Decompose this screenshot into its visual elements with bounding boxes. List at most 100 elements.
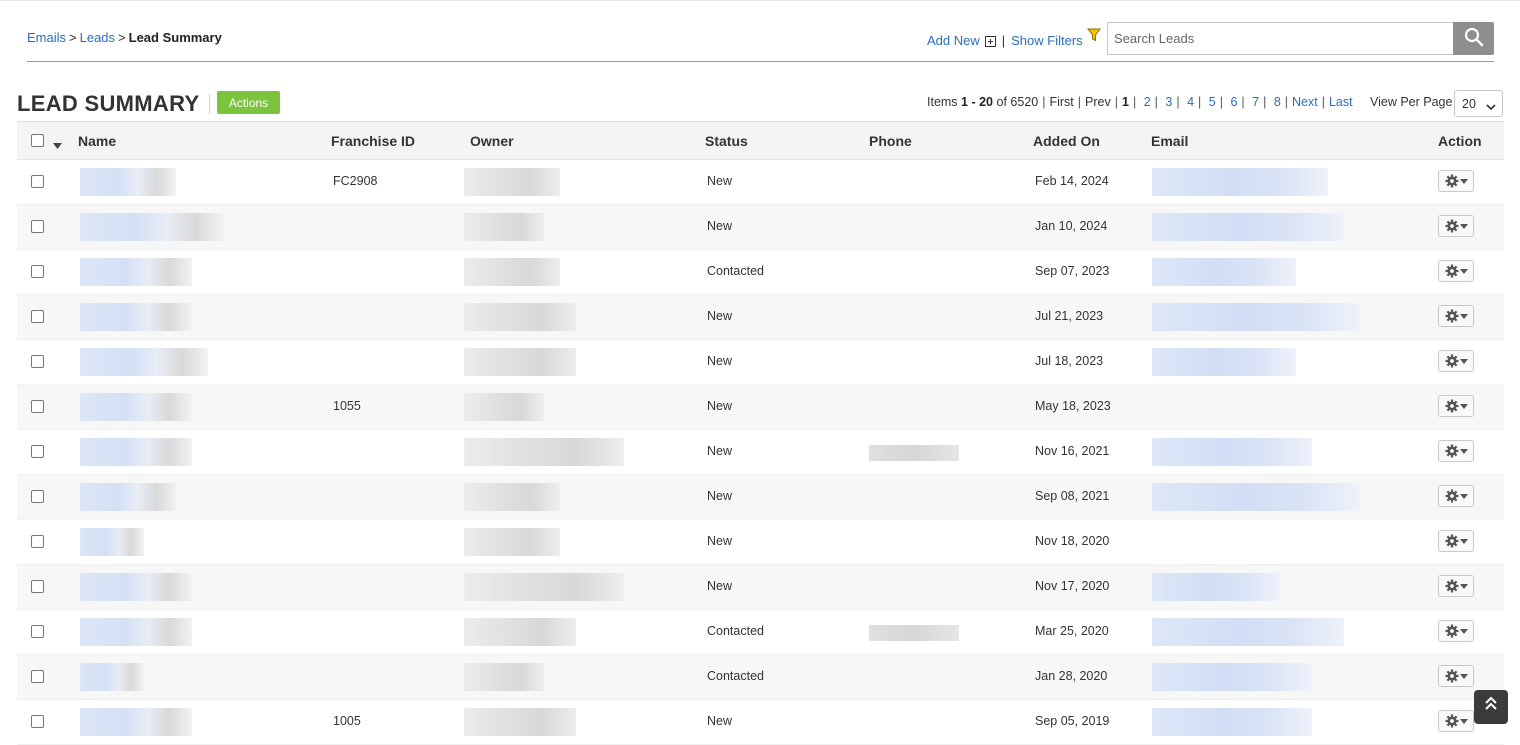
- row-checkbox[interactable]: [31, 535, 44, 548]
- column-header-phone[interactable]: Phone: [869, 133, 912, 149]
- lead-name-redacted[interactable]: [80, 618, 192, 646]
- row-checkbox[interactable]: [31, 400, 44, 413]
- lead-name-redacted[interactable]: [80, 303, 192, 331]
- row-action-button[interactable]: [1438, 395, 1474, 417]
- column-header-added-on[interactable]: Added On: [1033, 133, 1100, 149]
- row-checkbox[interactable]: [31, 715, 44, 728]
- row-action-button[interactable]: [1438, 305, 1474, 327]
- email-redacted[interactable]: [1152, 573, 1280, 601]
- email-redacted[interactable]: [1152, 258, 1296, 286]
- column-header-status[interactable]: Status: [705, 133, 748, 149]
- lead-name-redacted[interactable]: [80, 483, 176, 511]
- pager-page-link[interactable]: 4: [1187, 95, 1194, 109]
- email-redacted[interactable]: [1152, 438, 1312, 466]
- lead-name-redacted[interactable]: [80, 663, 144, 691]
- row-action-button[interactable]: [1438, 170, 1474, 192]
- row-action-button[interactable]: [1438, 620, 1474, 642]
- table-row: New Nov 17, 2020: [17, 565, 1504, 610]
- search-button[interactable]: [1453, 22, 1494, 55]
- lead-name-redacted[interactable]: [80, 708, 192, 736]
- select-all-checkbox[interactable]: [31, 134, 44, 147]
- cell-added-on: Mar 25, 2020: [1035, 624, 1109, 638]
- owner-redacted: [464, 483, 560, 511]
- lead-name-redacted[interactable]: [80, 213, 224, 241]
- row-checkbox[interactable]: [31, 580, 44, 593]
- cell-added-on: Jul 18, 2023: [1035, 354, 1104, 368]
- cell-status: New: [707, 174, 733, 188]
- show-filters-link[interactable]: Show Filters: [1011, 33, 1083, 48]
- email-redacted[interactable]: [1152, 663, 1312, 691]
- lead-name-redacted[interactable]: [80, 573, 192, 601]
- column-header-franchise-id[interactable]: Franchise ID: [331, 133, 415, 149]
- lead-name-redacted[interactable]: [80, 528, 144, 556]
- cell-status: New: [707, 219, 733, 233]
- pager-page-link[interactable]: 6: [1230, 95, 1237, 109]
- pager-page-link[interactable]: 2: [1144, 95, 1151, 109]
- row-action-button[interactable]: [1438, 215, 1474, 237]
- lead-name-redacted[interactable]: [80, 258, 192, 286]
- email-redacted[interactable]: [1152, 303, 1360, 331]
- lead-name-redacted[interactable]: [80, 348, 208, 376]
- email-redacted[interactable]: [1152, 348, 1296, 376]
- owner-redacted: [464, 168, 560, 196]
- row-action-button[interactable]: [1438, 530, 1474, 552]
- lead-name-redacted[interactable]: [80, 168, 176, 196]
- email-redacted[interactable]: [1152, 483, 1360, 511]
- row-action-button[interactable]: [1438, 260, 1474, 282]
- row-checkbox[interactable]: [31, 220, 44, 233]
- email-redacted[interactable]: [1152, 618, 1344, 646]
- funnel-icon[interactable]: [1086, 28, 1101, 45]
- row-checkbox[interactable]: [31, 310, 44, 323]
- owner-redacted: [464, 618, 576, 646]
- pager-page-link[interactable]: 5: [1209, 95, 1216, 109]
- column-header-name[interactable]: Name: [78, 133, 116, 149]
- cell-status: Contacted: [707, 669, 764, 683]
- cell-added-on: Jan 10, 2024: [1035, 219, 1108, 233]
- cell-status: New: [707, 579, 733, 593]
- lead-name-redacted[interactable]: [80, 393, 192, 421]
- lead-name-redacted[interactable]: [80, 438, 192, 466]
- per-page-select[interactable]: 20: [1454, 90, 1503, 117]
- caret-down-icon: [1459, 403, 1468, 409]
- row-checkbox[interactable]: [31, 490, 44, 503]
- breadcrumb-emails-link[interactable]: Emails: [27, 30, 66, 45]
- add-new-link[interactable]: Add New: [927, 33, 980, 48]
- breadcrumb-leads-link[interactable]: Leads: [80, 30, 115, 45]
- cell-franchise-id: FC2908: [333, 174, 378, 188]
- email-redacted[interactable]: [1152, 213, 1344, 241]
- row-checkbox[interactable]: [31, 445, 44, 458]
- row-action-button[interactable]: [1438, 485, 1474, 507]
- pager-last-link[interactable]: Last: [1329, 95, 1353, 109]
- row-action-button[interactable]: [1438, 575, 1474, 597]
- cell-added-on: Sep 08, 2021: [1035, 489, 1110, 503]
- row-checkbox[interactable]: [31, 625, 44, 638]
- row-checkbox[interactable]: [31, 670, 44, 683]
- pager-page-link[interactable]: 8: [1274, 95, 1281, 109]
- row-checkbox[interactable]: [31, 175, 44, 188]
- row-checkbox[interactable]: [31, 355, 44, 368]
- pager-page-link[interactable]: 7: [1252, 95, 1259, 109]
- email-redacted[interactable]: [1152, 708, 1312, 736]
- caret-down-icon: [1459, 448, 1468, 454]
- column-header-email[interactable]: Email: [1151, 133, 1188, 149]
- row-checkbox[interactable]: [31, 265, 44, 278]
- row-action-button[interactable]: [1438, 665, 1474, 687]
- caret-down-icon: [1459, 673, 1468, 679]
- pager-next-link[interactable]: Next: [1292, 95, 1318, 109]
- pager-page-link[interactable]: 3: [1165, 95, 1172, 109]
- top-border: [0, 0, 1520, 1]
- row-action-button[interactable]: [1438, 710, 1474, 732]
- email-redacted[interactable]: [1152, 168, 1328, 196]
- table-header: Name Franchise ID Owner Status Phone Add…: [17, 121, 1504, 160]
- top-actions: Add New | Show Filters: [927, 28, 1101, 49]
- caret-down-icon: [1459, 628, 1468, 634]
- gear-icon: [1445, 714, 1459, 728]
- phone-redacted: [869, 625, 959, 641]
- search-input[interactable]: [1107, 22, 1453, 55]
- plus-box-icon[interactable]: [984, 36, 996, 47]
- row-action-button[interactable]: [1438, 350, 1474, 372]
- caret-down-icon[interactable]: [53, 137, 62, 152]
- row-action-button[interactable]: [1438, 440, 1474, 462]
- actions-button[interactable]: Actions: [217, 91, 280, 114]
- column-header-owner[interactable]: Owner: [470, 133, 514, 149]
